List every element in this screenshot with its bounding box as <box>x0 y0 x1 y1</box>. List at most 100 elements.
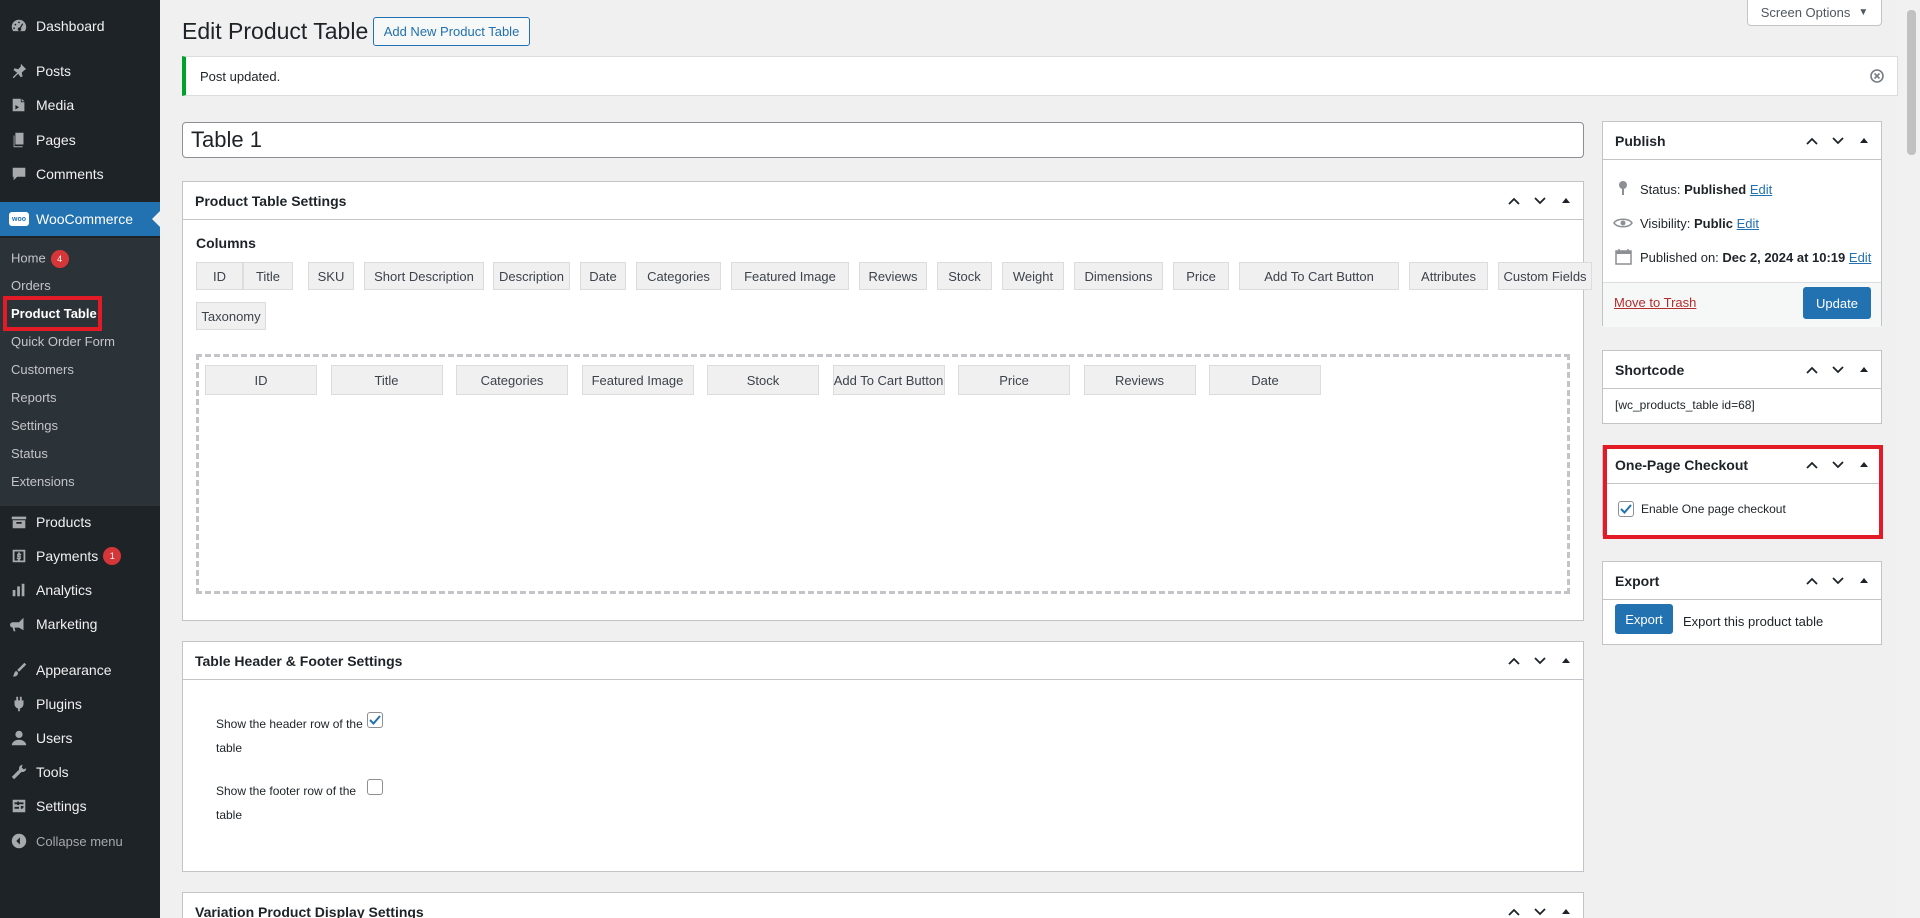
selected-column-chip[interactable]: Add To Cart Button <box>832 365 945 395</box>
menu-tools[interactable]: Tools <box>0 755 160 789</box>
available-column-chip[interactable]: Reviews <box>859 262 927 290</box>
postbox-title: Publish <box>1615 132 1666 149</box>
menu-settings[interactable]: Settings <box>0 789 160 823</box>
move-up-icon[interactable] <box>1505 903 1523 918</box>
edit-status-link[interactable]: Edit <box>1750 182 1772 197</box>
submenu-orders[interactable]: Orders <box>11 278 51 293</box>
menu-woocommerce[interactable]: woo WooCommerce <box>0 202 160 236</box>
submenu-quick-order-form[interactable]: Quick Order Form <box>11 334 115 349</box>
postbox-header: Table Header & Footer Settings <box>183 642 1583 680</box>
available-column-chip[interactable]: Description <box>493 262 570 290</box>
toggle-panel-icon[interactable] <box>1855 572 1873 590</box>
label-line: Show the header row of the <box>216 717 363 731</box>
main-content: Edit Product Table Add New Product Table… <box>160 0 1920 918</box>
payments-icon <box>9 546 29 566</box>
menu-label: Collapse menu <box>36 833 123 849</box>
available-column-chip[interactable]: Price <box>1173 262 1229 290</box>
selected-column-chip[interactable]: Title <box>330 365 443 395</box>
move-to-trash-link[interactable]: Move to Trash <box>1614 295 1696 310</box>
available-column-chip[interactable]: Taxonomy <box>196 302 266 330</box>
add-new-product-table-button[interactable]: Add New Product Table <box>373 17 530 46</box>
export-box: Export Export Export this product table <box>1602 561 1882 645</box>
menu-marketing[interactable]: Marketing <box>0 607 160 641</box>
footer-row-label: Show the footer row of the table <box>216 779 356 827</box>
menu-media[interactable]: Media <box>0 88 160 122</box>
export-description: Export this product table <box>1683 614 1824 629</box>
available-column-chip[interactable]: Custom Fields <box>1498 262 1592 290</box>
product-table-title-input[interactable] <box>182 122 1584 158</box>
variation-settings-box: Variation Product Display Settings <box>182 892 1584 918</box>
menu-analytics[interactable]: Analytics <box>0 573 160 607</box>
move-down-icon[interactable] <box>1531 652 1549 670</box>
active-arrow <box>152 211 160 227</box>
move-down-icon[interactable] <box>1531 903 1549 918</box>
screen-options-button[interactable]: Screen Options ▼ <box>1747 0 1882 26</box>
toggle-panel-icon[interactable] <box>1557 652 1575 670</box>
selected-column-chip[interactable]: ID <box>205 365 317 395</box>
menu-plugins[interactable]: Plugins <box>0 687 160 721</box>
move-down-icon[interactable] <box>1829 572 1847 590</box>
available-column-chip[interactable]: Categories <box>636 262 721 290</box>
available-column-chip[interactable]: Add To Cart Button <box>1239 262 1399 290</box>
selected-column-chip[interactable]: Categories <box>456 365 568 395</box>
show-header-row-checkbox[interactable] <box>367 712 383 728</box>
move-up-icon[interactable] <box>1803 361 1821 379</box>
submenu-settings[interactable]: Settings <box>11 418 58 433</box>
postbox-header: Variation Product Display Settings <box>183 893 1583 918</box>
move-down-icon[interactable] <box>1829 361 1847 379</box>
available-column-chip[interactable]: Weight <box>1002 262 1064 290</box>
page-scrollbar[interactable] <box>1903 0 1920 918</box>
available-column-chip[interactable]: SKU <box>308 262 354 290</box>
submenu-home[interactable]: Home 4 <box>11 250 69 268</box>
available-column-chip[interactable]: Title <box>243 262 293 290</box>
selected-column-chip[interactable]: Price <box>958 365 1070 395</box>
move-up-icon[interactable] <box>1803 132 1821 150</box>
submenu-status[interactable]: Status <box>11 446 48 461</box>
menu-dashboard[interactable]: Dashboard <box>0 9 160 43</box>
scrollbar-thumb[interactable] <box>1907 10 1916 155</box>
dismiss-icon[interactable] <box>1869 68 1885 84</box>
available-column-chip[interactable]: ID <box>196 262 243 290</box>
submenu-extensions[interactable]: Extensions <box>11 474 75 489</box>
home-count-badge: 4 <box>50 250 69 268</box>
selected-column-chip[interactable]: Featured Image <box>581 365 694 395</box>
move-up-icon[interactable] <box>1505 652 1523 670</box>
available-column-chip[interactable]: Attributes <box>1409 262 1488 290</box>
postbox-header: Publish <box>1603 122 1881 160</box>
selected-columns-dropzone[interactable]: ID Title Categories Featured Image Stock Add … <box>196 354 1570 594</box>
menu-comments[interactable]: Comments <box>0 157 160 191</box>
available-column-chip[interactable]: Stock <box>937 262 992 290</box>
collapse-menu[interactable]: Collapse menu <box>0 824 160 858</box>
pages-icon <box>9 130 29 150</box>
available-column-chip[interactable]: Date <box>580 262 626 290</box>
menu-posts[interactable]: Posts <box>0 54 160 88</box>
menu-products[interactable]: Products <box>0 505 160 539</box>
edit-date-link[interactable]: Edit <box>1849 250 1871 265</box>
move-down-icon[interactable] <box>1531 192 1549 210</box>
toggle-panel-icon[interactable] <box>1855 132 1873 150</box>
show-footer-row-checkbox[interactable] <box>367 779 383 795</box>
toggle-panel-icon[interactable] <box>1557 192 1575 210</box>
product-table-settings-box: Product Table Settings Columns ID Title SK… <box>182 181 1650 621</box>
menu-payments[interactable]: Payments 1 <box>0 539 160 573</box>
toggle-panel-icon[interactable] <box>1855 361 1873 379</box>
selected-column-chip[interactable]: Date <box>1209 365 1321 395</box>
toggle-panel-icon[interactable] <box>1557 903 1575 918</box>
collapse-icon <box>9 831 29 851</box>
move-up-icon[interactable] <box>1505 192 1523 210</box>
export-button[interactable]: Export <box>1615 604 1673 634</box>
available-column-chip[interactable]: Dimensions <box>1074 262 1163 290</box>
submenu-reports[interactable]: Reports <box>11 390 57 405</box>
move-down-icon[interactable] <box>1829 132 1847 150</box>
edit-visibility-link[interactable]: Edit <box>1737 216 1759 231</box>
available-column-chip[interactable]: Featured Image <box>731 262 849 290</box>
selected-column-chip[interactable]: Stock <box>707 365 819 395</box>
menu-pages[interactable]: Pages <box>0 123 160 157</box>
move-up-icon[interactable] <box>1803 572 1821 590</box>
update-button[interactable]: Update <box>1803 287 1871 319</box>
menu-users[interactable]: Users <box>0 721 160 755</box>
submenu-customers[interactable]: Customers <box>11 362 74 377</box>
available-column-chip[interactable]: Short Description <box>364 262 484 290</box>
selected-column-chip[interactable]: Reviews <box>1083 365 1196 395</box>
menu-appearance[interactable]: Appearance <box>0 653 160 687</box>
